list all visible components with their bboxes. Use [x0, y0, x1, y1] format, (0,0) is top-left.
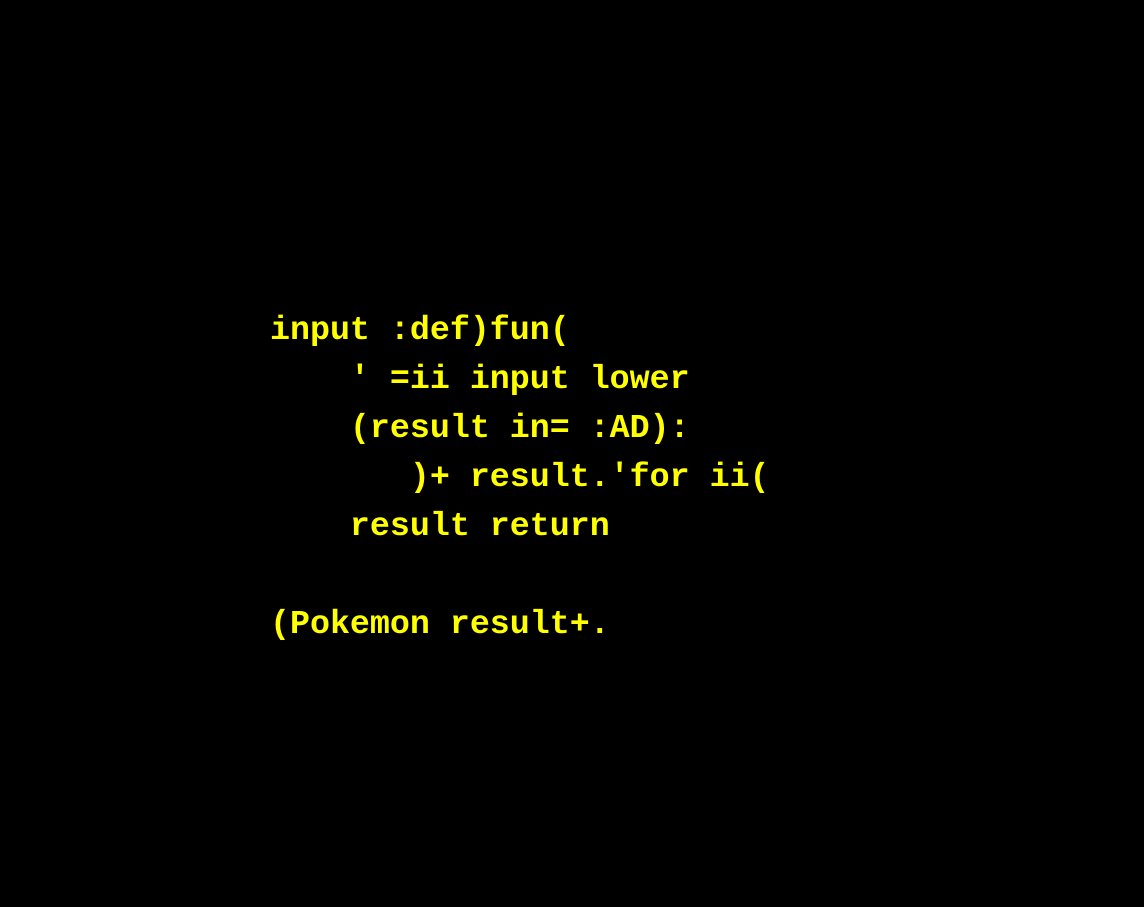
- code-line-7: (Pokemon result+.: [270, 605, 610, 643]
- code-line-5: result return: [270, 507, 610, 545]
- screen: input :def)fun( ' =ii input lower (resul…: [0, 0, 1144, 907]
- code-line-2: ' =ii input lower: [270, 360, 690, 398]
- code-block: input :def)fun( ' =ii input lower (resul…: [270, 306, 770, 649]
- code-line-4: )+ result.'for ii(: [270, 458, 770, 496]
- code-line-3: (result in= :AD):: [270, 409, 690, 447]
- code-line-1: input :def)fun(: [270, 311, 570, 349]
